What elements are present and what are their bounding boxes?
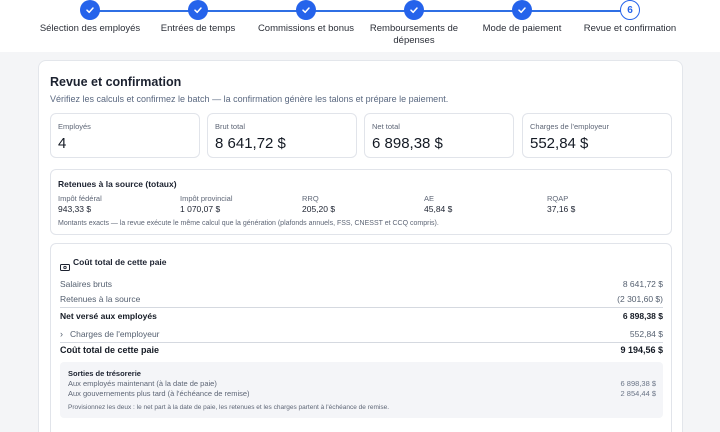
step-expense-reimbursements[interactable]: Remboursements de dépenses <box>364 0 464 47</box>
withholding-value: 1 070,07 $ <box>180 204 221 214</box>
gross-salaries-row: Salaires bruts 8 641,72 $ <box>60 279 663 293</box>
step-time-entries[interactable]: Entrées de temps <box>138 0 258 35</box>
metric-value: 6 898,38 $ <box>372 135 443 152</box>
total-cost-title: Coût total de cette paie <box>73 257 167 267</box>
row-label: Aux gouvernements plus tard (à l'échéanc… <box>68 389 250 398</box>
metric-label: Employés <box>58 122 91 131</box>
metric-label: Brut total <box>215 122 246 131</box>
step-payment-method[interactable]: Mode de paiement <box>462 0 582 35</box>
divider <box>60 307 663 308</box>
withholdings-note: Montants exacts — la revue exécute le mê… <box>58 220 439 227</box>
row-label: Charges de l'employeur <box>70 329 160 339</box>
step-label: Remboursements de dépenses <box>369 23 459 46</box>
row-value: 2 854,44 $ <box>620 389 656 398</box>
metric-net-total: Net total 6 898,38 $ <box>364 113 514 158</box>
review-subtitle: Vérifiez les calculs et confirmez le bat… <box>50 94 449 104</box>
step-label: Mode de paiement <box>482 23 562 34</box>
step-label: Commissions et bonus <box>257 23 355 34</box>
check-icon <box>188 0 208 20</box>
outflow-employees-row: Aux employés maintenant (à la date de pa… <box>68 379 656 388</box>
banknote-icon <box>60 258 70 276</box>
withholding-label: RRQ <box>302 194 319 203</box>
withholding-federal: Impôt fédéral 943,33 $ <box>58 194 102 214</box>
step-label: Revue et confirmation <box>583 23 677 34</box>
metric-gross-total: Brut total 8 641,72 $ <box>207 113 357 158</box>
progress-stepper: Sélection des employés Entrées de temps … <box>0 0 720 52</box>
check-icon <box>80 0 100 20</box>
review-title: Revue et confirmation <box>50 75 182 89</box>
metric-label: Net total <box>372 122 400 131</box>
check-icon <box>512 0 532 20</box>
row-value: 6 898,38 $ <box>622 311 663 321</box>
divider <box>60 342 663 343</box>
step-label: Entrées de temps <box>160 23 236 34</box>
row-label: Aux employés maintenant (à la date de pa… <box>68 379 217 388</box>
row-label: Coût total de cette paie <box>60 345 160 355</box>
withholdings-title: Retenues à la source (totaux) <box>58 179 177 189</box>
metric-value: 8 641,72 $ <box>215 135 286 152</box>
metric-employer-charges: Charges de l'employeur 552,84 $ <box>522 113 672 158</box>
check-icon <box>404 0 424 20</box>
review-card: Revue et confirmation Vérifiez les calcu… <box>38 60 683 432</box>
step-review-confirmation[interactable]: 6 Revue et confirmation <box>570 0 690 35</box>
withholding-label: Impôt provincial <box>180 194 233 203</box>
row-value: 8 641,72 $ <box>622 279 663 289</box>
total-cost-row: Coût total de cette paie 9 194,56 $ <box>60 345 663 359</box>
cash-outflows-panel: Sorties de trésorerie Aux employés maint… <box>60 362 663 418</box>
outflow-governments-row: Aux gouvernements plus tard (à l'échéanc… <box>68 389 656 398</box>
row-value: 9 194,56 $ <box>620 345 663 355</box>
withholding-ae: AE 45,84 $ <box>424 194 452 214</box>
withholding-label: Impôt fédéral <box>58 194 102 203</box>
withholding-label: AE <box>424 194 435 203</box>
withholding-provincial: Impôt provincial 1 070,07 $ <box>180 194 233 214</box>
step-commissions-bonus[interactable]: Commissions et bonus <box>246 0 366 35</box>
chevron-right-icon: › <box>60 329 63 339</box>
withholding-label: RQAP <box>547 194 569 203</box>
row-value: 6 898,38 $ <box>620 379 656 388</box>
row-label: Net versé aux employés <box>60 311 157 321</box>
withholding-value: 205,20 $ <box>302 204 336 214</box>
metric-value: 4 <box>58 135 67 152</box>
cash-outflows-title: Sorties de trésorerie <box>68 369 141 378</box>
withholdings-row: Retenues à la source (2 301,60 $) <box>60 294 663 308</box>
metric-value: 552,84 $ <box>530 135 589 152</box>
row-label: Salaires bruts <box>60 279 112 289</box>
row-value: (2 301,60 $) <box>617 294 663 304</box>
metric-label: Charges de l'employeur <box>530 122 609 131</box>
employer-charges-row[interactable]: › Charges de l'employeur 552,84 $ <box>60 329 663 343</box>
withholding-rrq: RRQ 205,20 $ <box>302 194 335 214</box>
cash-outflows-note: Provisionnez les deux : le net part à la… <box>68 404 390 411</box>
withholding-value: 37,16 $ <box>547 204 576 214</box>
metric-employees: Employés 4 <box>50 113 200 158</box>
row-label: Retenues à la source <box>60 294 141 304</box>
withholding-value: 943,33 $ <box>58 204 92 214</box>
withholding-rqap: RQAP 37,16 $ <box>547 194 575 214</box>
row-value: 552,84 $ <box>629 329 663 339</box>
total-cost-panel: Coût total de cette paie Salaires bruts … <box>50 243 672 432</box>
check-icon <box>296 0 316 20</box>
withholdings-panel: Retenues à la source (totaux) Impôt fédé… <box>50 169 672 235</box>
step-number: 6 <box>620 0 640 20</box>
net-paid-row: Net versé aux employés 6 898,38 $ <box>60 311 663 325</box>
step-label: Sélection des employés <box>39 23 141 34</box>
withholding-value: 45,84 $ <box>424 204 453 214</box>
step-employee-selection[interactable]: Sélection des employés <box>30 0 150 35</box>
